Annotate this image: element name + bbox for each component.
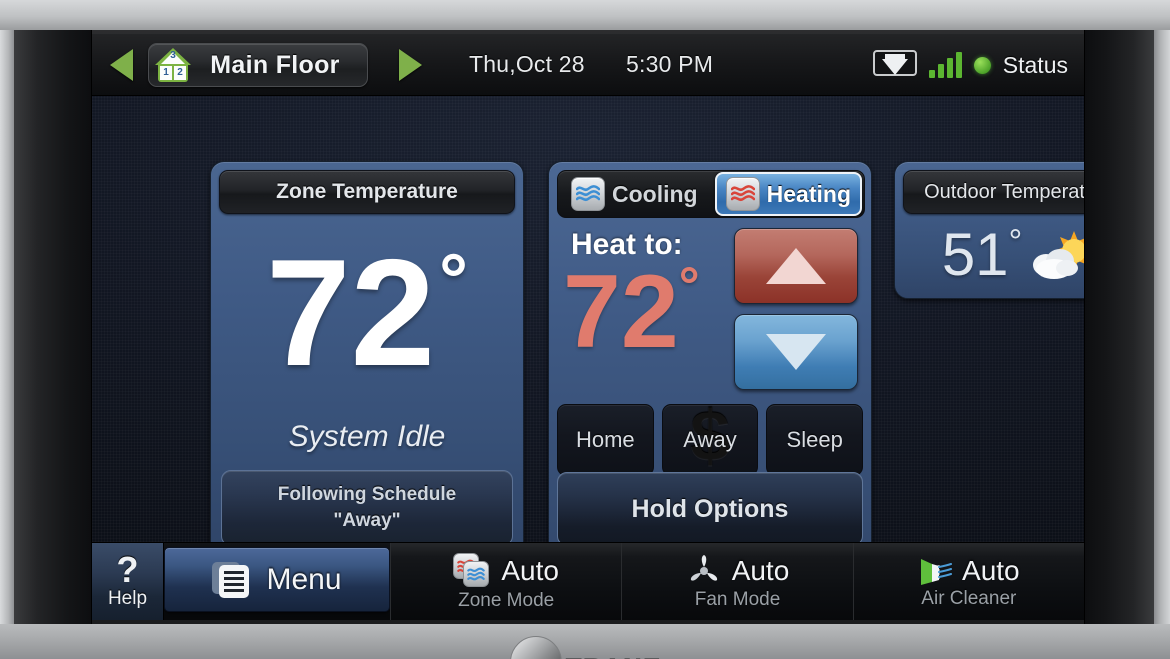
- brand-logo-text: TRANE: [565, 654, 662, 659]
- time-display: 5:30 PM: [626, 51, 714, 77]
- preset-away-button[interactable]: $ Away: [661, 404, 759, 476]
- touchscreen: 3 1 2 Main Floor Thu,Oct 28 5:30 PM Stat…: [92, 34, 1084, 620]
- fan-mode-button[interactable]: Auto Fan Mode: [621, 543, 853, 620]
- fan-icon: [686, 554, 722, 588]
- outdoor-degree-symbol: °: [1008, 223, 1023, 261]
- preset-sleep-button[interactable]: Sleep: [766, 404, 864, 476]
- up-arrow-icon: [766, 248, 826, 284]
- status-label[interactable]: Status: [1003, 52, 1068, 79]
- help-label: Help: [107, 587, 148, 609]
- following-schedule-button[interactable]: Following Schedule "Away": [221, 470, 513, 546]
- schedule-line-1: Following Schedule: [277, 484, 457, 506]
- down-arrow-icon: [766, 334, 826, 370]
- setpoint-number: 72: [563, 254, 679, 370]
- zone-temperature-panel: Zone Temperature 72 ° System Idle Followi…: [210, 161, 524, 557]
- setpoint-control-panel: Cooling Heating Heat to: 72° Home $ Away…: [548, 161, 872, 557]
- zone-temperature-value: 72 °: [211, 218, 523, 408]
- previous-zone-icon[interactable]: [110, 49, 133, 81]
- zone-mode-label: Zone Mode: [458, 590, 555, 611]
- zone-mode-button[interactable]: Auto Zone Mode: [390, 543, 622, 620]
- decrease-setpoint-button[interactable]: [734, 314, 858, 390]
- air-cleaner-label: Air Cleaner: [921, 588, 1017, 609]
- preset-sleep-label: Sleep: [786, 427, 843, 452]
- partly-cloudy-icon: [1026, 225, 1084, 285]
- outdoor-reading: 51°: [895, 218, 1084, 292]
- setpoint-degree-symbol: °: [678, 257, 700, 315]
- heat-wave-icon: [725, 177, 760, 211]
- status-dot-icon: [973, 56, 991, 74]
- setpoint-value: 72°: [563, 260, 699, 364]
- screen-download-icon[interactable]: [872, 50, 917, 80]
- hold-options-button[interactable]: Hold Options: [557, 472, 863, 546]
- preset-button-row: Home $ Away Sleep: [557, 404, 864, 476]
- house-roof-number: 3: [170, 50, 176, 61]
- zone-mode-value: Auto: [501, 555, 559, 587]
- menu-button[interactable]: Menu: [164, 547, 390, 612]
- system-state-text: System Idle: [288, 420, 446, 453]
- bezel-top: [0, 0, 1170, 30]
- increase-setpoint-button[interactable]: [734, 228, 858, 304]
- mode-tab-group: Cooling Heating: [557, 170, 865, 218]
- bezel-right: [1154, 30, 1170, 624]
- zone-name: Main Floor: [210, 50, 340, 79]
- menu-label: Menu: [266, 562, 342, 596]
- fan-mode-value: Auto: [731, 555, 790, 587]
- outdoor-temperature-panel: Outdoor Temperature 51°: [894, 161, 1084, 299]
- zone-mode-icon: [453, 553, 491, 589]
- air-cleaner-icon: [918, 555, 953, 587]
- frame-side-right: [1084, 30, 1154, 624]
- house-window-right: 2: [174, 66, 186, 80]
- tab-heating-label: Heating: [766, 180, 851, 207]
- schedule-line-2: "Away": [333, 510, 401, 531]
- zone-temperature-number: 72: [266, 228, 436, 398]
- preset-home-button[interactable]: Home: [557, 404, 654, 476]
- outdoor-temperature-value: 51°: [942, 225, 1022, 285]
- fan-mode-label: Fan Mode: [694, 589, 781, 610]
- signal-bars-icon: [928, 52, 962, 78]
- hold-options-label: Hold Options: [631, 494, 789, 523]
- zone-degree-symbol: °: [439, 240, 468, 320]
- next-zone-icon[interactable]: [399, 49, 422, 81]
- help-question-icon: ?: [116, 549, 139, 591]
- top-status-bar: 3 1 2 Main Floor Thu,Oct 28 5:30 PM Stat…: [92, 34, 1084, 96]
- menu-list-icon: [212, 560, 252, 600]
- thermostat-device: TRANE 3 1 2 Main Floor Thu,Oct 28 5: [0, 0, 1170, 659]
- air-cleaner-button[interactable]: Auto Air Cleaner: [852, 543, 1084, 620]
- house-zone-icon: 3 1 2: [155, 48, 191, 82]
- tab-heating[interactable]: Heating: [714, 172, 862, 216]
- tab-cooling-label: Cooling: [612, 180, 698, 207]
- house-window-left: 1: [160, 66, 172, 80]
- date-display: Thu,Oct 28: [469, 51, 585, 77]
- cool-wave-icon: [571, 177, 605, 211]
- bezel-left: [0, 30, 14, 624]
- zone-selector[interactable]: 3 1 2 Main Floor: [148, 43, 368, 87]
- preset-away-label: Away: [683, 427, 737, 452]
- tab-cooling[interactable]: Cooling: [562, 172, 707, 216]
- bottom-toolbar: ? Help Menu Auto Zone Mode Auto Fan Mode…: [92, 542, 1084, 620]
- preset-home-label: Home: [575, 427, 635, 452]
- status-indicators: Status: [872, 47, 1068, 83]
- zone-panel-title: Zone Temperature: [219, 170, 515, 214]
- help-button[interactable]: ? Help: [92, 543, 164, 620]
- outdoor-temperature-number: 51: [941, 221, 1009, 288]
- outdoor-panel-title: Outdoor Temperature: [903, 170, 1084, 214]
- frame-side-left: [14, 30, 92, 624]
- air-cleaner-value: Auto: [962, 555, 1020, 587]
- brand-logo-mark: [510, 636, 562, 659]
- brand-logo: TRANE: [480, 630, 700, 659]
